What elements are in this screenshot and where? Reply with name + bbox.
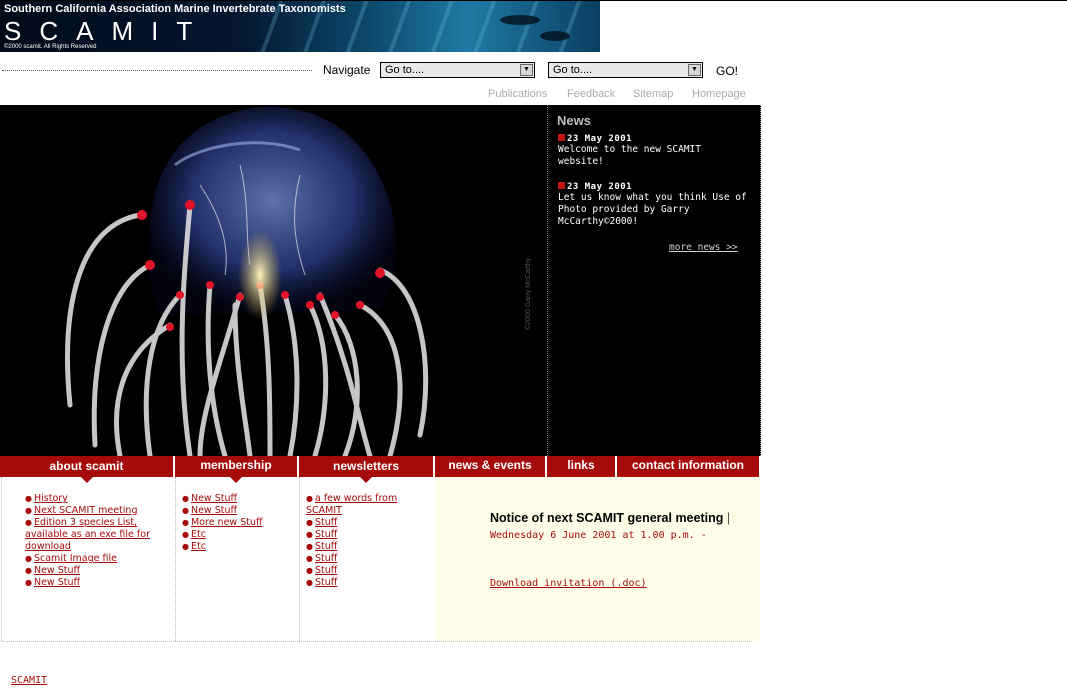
link-new-stuff[interactable]: New Stuff (34, 577, 80, 588)
tab-news-events[interactable]: news & events (435, 456, 545, 477)
list-item: ● Etc (182, 529, 206, 540)
toplink-sitemap[interactable]: Sitemap (633, 88, 673, 100)
notice-date: Wednesday 6 June 2001 at 1.00 p.m. - (490, 530, 707, 541)
photo-credit: ©2000 Garry McCarthy (525, 257, 532, 330)
list-item: ● a few words from SCAMIT (306, 493, 398, 516)
tab-newsletters[interactable]: newsletters (299, 456, 433, 483)
link-new-stuff[interactable]: New Stuff (191, 493, 237, 504)
link-stuff[interactable]: Stuff (315, 565, 337, 576)
tab-links[interactable]: links (547, 456, 615, 477)
link-etc[interactable]: Etc (191, 541, 206, 552)
jellyfish-illustration (65, 106, 429, 456)
tab-label: links (567, 458, 595, 472)
footer-scamit-link[interactable]: SCAMIT (11, 675, 47, 686)
banner-org-name: Southern California Association Marine I… (4, 3, 346, 15)
hero-jellyfish-photo (0, 105, 547, 456)
list-item: ● New Stuff (25, 577, 81, 588)
list-item: ● Stuff (306, 577, 338, 588)
bullet-icon (558, 134, 565, 141)
column-divider (175, 477, 176, 641)
tab-label: contact information (631, 458, 744, 472)
dotted-divider (2, 70, 312, 71)
news-item: 23 May 2001 Let us know what you think U… (558, 182, 748, 228)
news-heading: News (557, 113, 591, 128)
about-links-column: ● History ● Next SCAMIT meeting ● Edition 3… (25, 493, 165, 657)
notice-heading: Notice of next SCAMIT general meeting | … (490, 510, 750, 544)
navigate-select-2[interactable]: Go to.... ▼ (548, 62, 703, 78)
site-banner: Southern California Association Marine I… (0, 1, 600, 52)
news-panel-edge (756, 105, 761, 456)
newsletters-links-column: ● a few words from SCAMIT ● Stuff ● Stuff ●… (306, 493, 428, 657)
toplink-homepage[interactable]: Homepage (692, 88, 746, 100)
link-history[interactable]: History (34, 493, 68, 504)
banner-copyright: ©2000 scamit. All Rights Reserved (4, 44, 97, 50)
news-text: Let us know what you think Use of Photo … (558, 192, 747, 227)
list-item: ● Edition 3 species List, available as an… (25, 517, 150, 552)
list-item: ● Etc (182, 541, 206, 552)
tab-label: news & events (448, 458, 532, 472)
news-date: 23 May 2001 (567, 182, 633, 192)
link-new-stuff[interactable]: New Stuff (34, 565, 80, 576)
navigate-select-1[interactable]: Go to.... ▼ (380, 62, 535, 78)
news-text: Welcome to the new SCAMIT website! (558, 144, 701, 167)
bullet-icon (558, 182, 565, 189)
list-item: ● Stuff (306, 541, 338, 552)
meeting-notice-panel (435, 477, 760, 641)
link-image-file[interactable]: Scamit Image file (34, 553, 117, 564)
link-new-stuff[interactable]: New Stuff (191, 505, 237, 516)
list-item: ● New Stuff (182, 493, 238, 504)
link-stuff[interactable]: Stuff (315, 577, 337, 588)
link-etc[interactable]: Etc (191, 529, 206, 540)
separator: | (726, 511, 731, 525)
news-item: 23 May 2001 Welcome to the new SCAMIT we… (558, 134, 748, 168)
column-divider (299, 477, 300, 641)
link-stuff[interactable]: Stuff (315, 553, 337, 564)
tab-contact-information[interactable]: contact information (617, 456, 759, 477)
notice-title: Notice of next SCAMIT general meeting (490, 511, 724, 525)
tab-label: newsletters (332, 459, 400, 473)
link-stuff[interactable]: Stuff (315, 541, 337, 552)
link-few-words[interactable]: a few words from SCAMIT (306, 493, 397, 516)
diver-silhouette (540, 31, 570, 41)
link-species-list[interactable]: Edition 3 species List, available as an … (25, 517, 150, 552)
link-stuff[interactable]: Stuff (315, 529, 337, 540)
membership-links-column: ● New Stuff ● New Stuff ● More new Stuff ● E… (182, 493, 292, 657)
navigate-label: Navigate (323, 63, 371, 77)
list-item: ● Stuff (306, 529, 338, 540)
toplink-publications[interactable]: Publications (488, 88, 547, 100)
tab-pointer (80, 477, 93, 483)
list-item: ● New Stuff (182, 505, 238, 516)
tab-label: about scamit (49, 459, 124, 473)
link-stuff[interactable]: Stuff (315, 517, 337, 528)
more-news-link[interactable]: more news >> (669, 242, 738, 253)
list-item: ● Next SCAMIT meeting (25, 505, 138, 516)
list-item: ● New Stuff (25, 565, 81, 576)
go-button[interactable]: GO! (716, 64, 738, 78)
download-invitation-link[interactable]: Download invitation (.doc) (490, 578, 647, 589)
chevron-down-icon[interactable]: ▼ (688, 64, 701, 76)
list-item: ● More new Stuff (182, 517, 263, 528)
tab-pointer (360, 477, 372, 483)
list-item: ● History (25, 493, 68, 504)
link-more-new-stuff[interactable]: More new Stuff (191, 517, 263, 528)
tab-membership[interactable]: membership (175, 456, 297, 483)
column-divider (1, 477, 2, 641)
chevron-down-icon[interactable]: ▼ (520, 64, 533, 76)
list-item: ● Stuff (306, 553, 338, 564)
list-item: ● Scamit Image file (25, 553, 117, 564)
list-item: ● Stuff (306, 565, 338, 576)
tab-about-scamit[interactable]: about scamit (0, 456, 173, 483)
dotted-divider (2, 641, 752, 642)
select-value: Go to.... (385, 64, 425, 76)
diver-silhouette (500, 15, 540, 25)
link-next-meeting[interactable]: Next SCAMIT meeting (34, 505, 138, 516)
toplink-feedback[interactable]: Feedback (567, 88, 615, 100)
banner-logo-text: SCAMIT (4, 16, 211, 46)
select-value: Go to.... (553, 64, 593, 76)
list-item: ● Stuff (306, 517, 338, 528)
tab-label: membership (200, 458, 272, 472)
tab-pointer (230, 477, 242, 483)
news-date: 23 May 2001 (567, 134, 633, 144)
